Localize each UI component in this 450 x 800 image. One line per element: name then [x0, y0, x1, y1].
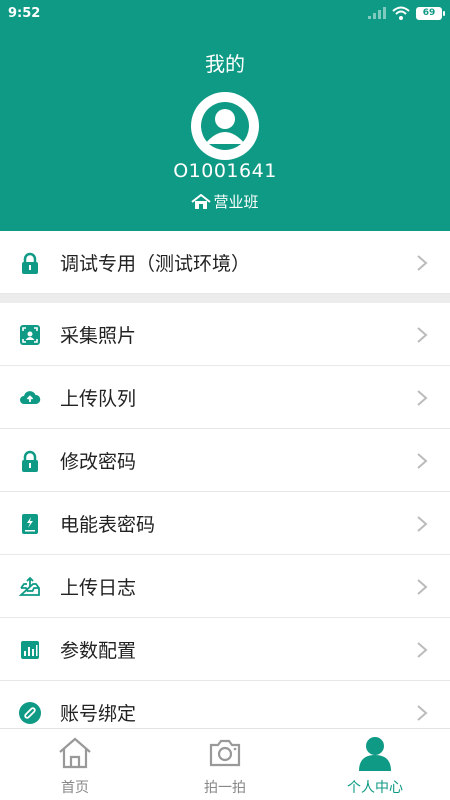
tab-profile[interactable]: 个人中心 — [300, 729, 450, 800]
menu-item-label: 参数配置 — [60, 640, 137, 662]
tab-label: 首页 — [61, 780, 89, 796]
status-bar: 9:52 69 — [0, 0, 450, 30]
home-icon — [191, 193, 212, 209]
chevron-right-icon — [417, 255, 428, 271]
department-label: 营业班 — [0, 191, 450, 212]
tab-home[interactable]: 首页 — [0, 729, 150, 800]
tray-upload-icon — [18, 576, 40, 596]
tab-label: 个人中心 — [347, 780, 403, 796]
chevron-right-icon — [417, 327, 428, 343]
lock-icon — [22, 252, 38, 274]
status-time: 9:52 — [8, 6, 41, 21]
link-icon — [19, 702, 41, 724]
chevron-right-icon — [417, 390, 428, 406]
chevron-right-icon — [417, 579, 428, 595]
menu-item-label: 上传队列 — [60, 388, 137, 410]
chevron-right-icon — [417, 516, 428, 532]
page-title: 我的 — [205, 52, 245, 76]
user-id: O1001641 — [173, 160, 277, 182]
menu-item-label: 调试专用（测试环境） — [60, 253, 251, 275]
tab-camera[interactable]: 拍一拍 — [150, 729, 300, 800]
signal-icon — [368, 7, 386, 19]
settings-menu: 采集照片 上传队列 修改密码 电能表密码 上传日志 参数配置 账号绑定 — [0, 303, 450, 744]
section-divider — [0, 294, 450, 303]
bar-chart-icon — [21, 641, 39, 659]
menu-item-label: 上传日志 — [60, 577, 137, 599]
menu-item-label: 账号绑定 — [60, 703, 137, 725]
department-name: 营业班 — [213, 193, 259, 211]
lock-icon — [22, 450, 38, 472]
menu-item-upload-log[interactable]: 上传日志 — [0, 555, 450, 618]
home-icon — [59, 737, 91, 769]
menu-item-debug[interactable]: 调试专用（测试环境） — [0, 231, 450, 294]
menu-item-upload-queue[interactable]: 上传队列 — [0, 366, 450, 429]
tab-label: 拍一拍 — [204, 780, 246, 796]
chevron-right-icon — [417, 453, 428, 469]
menu-item-parameters[interactable]: 参数配置 — [0, 618, 450, 681]
chevron-right-icon — [417, 705, 428, 721]
battery-icon: 69 — [416, 6, 445, 20]
menu-item-label: 电能表密码 — [60, 514, 156, 536]
menu-item-label: 修改密码 — [60, 451, 137, 473]
menu-item-label: 采集照片 — [60, 325, 137, 347]
camera-icon — [209, 739, 241, 767]
status-icons: 69 — [368, 6, 445, 20]
menu-item-change-password[interactable]: 修改密码 — [0, 429, 450, 492]
person-icon — [359, 737, 391, 771]
wifi-icon — [392, 6, 410, 20]
meter-icon — [22, 514, 38, 534]
photo-capture-icon — [20, 325, 40, 345]
menu-item-meter-password[interactable]: 电能表密码 — [0, 492, 450, 555]
bottom-tab-bar: 首页 拍一拍 个人中心 — [0, 728, 450, 800]
menu-item-photo[interactable]: 采集照片 — [0, 303, 450, 366]
cloud-upload-icon — [20, 391, 41, 404]
chevron-right-icon — [417, 642, 428, 658]
avatar[interactable] — [191, 92, 259, 160]
profile-header: 9:52 69 我的 O1001641 营业班 — [0, 0, 450, 231]
